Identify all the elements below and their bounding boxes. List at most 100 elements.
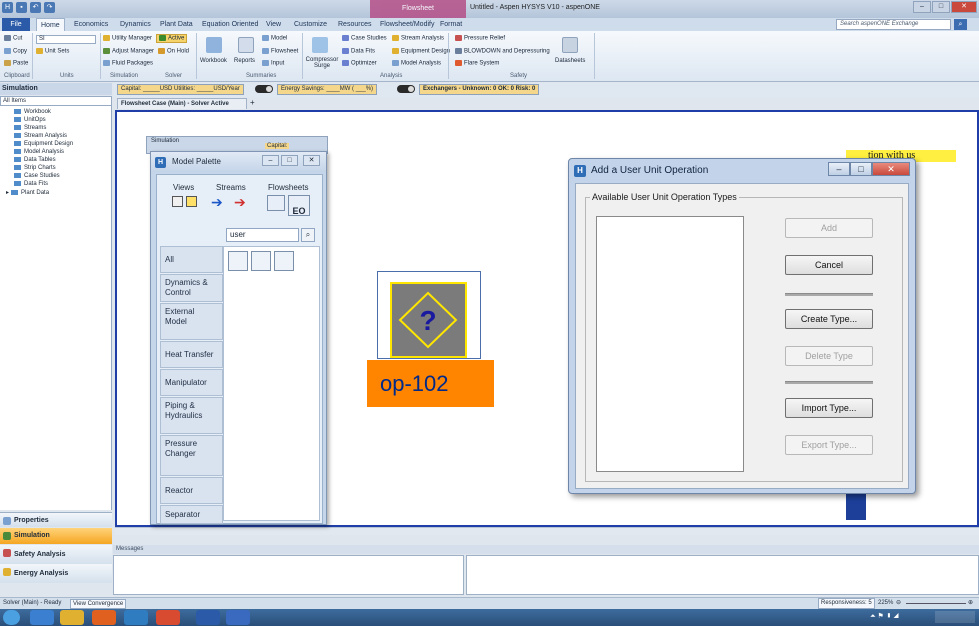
search-icon[interactable]: ⌕: [301, 228, 315, 242]
energy-stream-icon[interactable]: ➔: [234, 195, 252, 210]
tab-equation-oriented[interactable]: Equation Oriented: [198, 18, 262, 31]
tree-item-plant-data[interactable]: ▸ Plant Data: [6, 189, 49, 196]
unit-set-select[interactable]: SI: [36, 35, 96, 44]
capital-summary[interactable]: Capital: _____USD Utilities: _____USD/Ye…: [117, 84, 244, 95]
create-type-button[interactable]: Create Type...: [785, 309, 873, 329]
datasheets-button[interactable]: Datasheets: [555, 58, 585, 64]
close-button[interactable]: ✕: [951, 1, 977, 13]
equipment-design-button[interactable]: Equipment Design: [392, 48, 450, 55]
tab-format[interactable]: Format: [436, 18, 466, 31]
adjust-manager-button[interactable]: Adjust Manager: [103, 48, 154, 55]
case-studies-button[interactable]: Case Studies: [342, 35, 387, 42]
clock[interactable]: [935, 611, 975, 623]
add-tab-icon[interactable]: +: [250, 98, 255, 108]
flare-system-button[interactable]: Flare System: [455, 60, 499, 67]
nav-energy-analysis-button[interactable]: Energy Analysis: [0, 564, 112, 583]
reports-button[interactable]: Reports: [234, 58, 255, 64]
fluid-packages-button[interactable]: Fluid Packages: [103, 60, 153, 67]
stream-analysis-button[interactable]: Stream Analysis: [392, 35, 444, 42]
copy-button[interactable]: Copy: [4, 48, 27, 55]
internet-explorer-icon[interactable]: [30, 610, 54, 625]
energy-savings-summary[interactable]: Energy Savings: ____MW ( ___%): [277, 84, 378, 95]
tab-view[interactable]: View: [262, 18, 285, 31]
add-button[interactable]: Add: [785, 218, 873, 238]
material-stream-icon[interactable]: ➔: [211, 195, 229, 210]
undo-icon[interactable]: ↶: [30, 2, 41, 13]
hysys-taskbar-icon[interactable]: [226, 610, 250, 625]
tree-item-data-tables[interactable]: Data Tables: [14, 157, 56, 163]
zoom-slider[interactable]: [906, 603, 966, 604]
workbook-icon[interactable]: [206, 37, 222, 53]
palette-search-input[interactable]: user: [226, 228, 299, 242]
tree-item-workbook[interactable]: Workbook: [14, 109, 51, 115]
tab-economics[interactable]: Economics: [70, 18, 112, 31]
palette-category-all[interactable]: All: [160, 246, 223, 273]
capital-toggle[interactable]: [255, 85, 273, 93]
cancel-button[interactable]: Cancel: [785, 255, 873, 275]
expand-arrow-icon[interactable]: ▸: [6, 190, 9, 196]
nav-safety-analysis-button[interactable]: Safety Analysis: [0, 545, 112, 564]
save-icon[interactable]: ▪: [16, 2, 27, 13]
tab-file[interactable]: File: [2, 18, 30, 31]
reports-icon[interactable]: [238, 37, 254, 53]
workbook-button[interactable]: Workbook: [200, 58, 227, 64]
model-palette-titlebar[interactable]: H Model Palette: [151, 152, 326, 172]
model-summary-button[interactable]: Model: [262, 35, 287, 42]
data-fits-button[interactable]: Data Fits: [342, 48, 375, 55]
compressor-surge-icon[interactable]: [312, 37, 328, 53]
tree-item-model-analysis[interactable]: Model Analysis: [14, 149, 64, 155]
nav-simulation-button[interactable]: Simulation: [0, 528, 112, 544]
responsiveness-control[interactable]: Responsiveness: 5: [818, 598, 875, 609]
palette-category-piping-hydraulics[interactable]: Piping & Hydraulics: [160, 397, 223, 434]
delete-type-button[interactable]: Delete Type: [785, 346, 873, 366]
import-type-button[interactable]: Import Type...: [785, 398, 873, 418]
pressure-relief-button[interactable]: Pressure Relief: [455, 35, 505, 42]
datasheets-icon[interactable]: [562, 37, 578, 53]
messages-pane-right[interactable]: [466, 555, 979, 595]
palette-close-button[interactable]: ✕: [303, 155, 320, 166]
system-tray-icons[interactable]: ⏶ ⚑ ▮ ◢: [870, 612, 930, 622]
tree-item-case-studies[interactable]: Case Studies: [14, 173, 60, 179]
tab-customize[interactable]: Customize: [290, 18, 331, 31]
user-variable-icon[interactable]: [251, 251, 271, 271]
energy-toggle[interactable]: [397, 85, 415, 93]
unit-sets-button[interactable]: Unit Sets: [36, 48, 69, 55]
exchange-search-input[interactable]: Search aspenONE Exchange: [836, 19, 951, 30]
minimize-button[interactable]: –: [913, 1, 931, 13]
tree-item-equipment-design[interactable]: Equipment Design: [14, 141, 73, 147]
sub-flowsheet-icon[interactable]: [267, 195, 285, 211]
list-view-icon[interactable]: [172, 196, 183, 207]
cut-button[interactable]: Cut: [4, 35, 22, 42]
tab-flowsheet-modify[interactable]: Flowsheet/Modify: [376, 18, 438, 31]
palette-category-pressure-changer[interactable]: Pressure Changer: [160, 435, 223, 476]
search-icon[interactable]: ⌕: [954, 19, 967, 30]
tree-item-data-fits[interactable]: Data Fits: [14, 181, 48, 187]
user-unit-op-icon[interactable]: [228, 251, 248, 271]
palette-category-heat-transfer[interactable]: Heat Transfer: [160, 341, 223, 368]
canvas-horizontal-scrollbar[interactable]: [115, 527, 979, 535]
dialog-minimize-button[interactable]: –: [828, 162, 850, 176]
dialog-close-button[interactable]: ✕: [872, 162, 910, 176]
palette-category-manipulator[interactable]: Manipulator: [160, 369, 223, 396]
tab-home[interactable]: Home: [36, 18, 65, 31]
palette-minimize-button[interactable]: –: [262, 155, 279, 166]
paste-button[interactable]: Paste: [4, 60, 28, 67]
blowdown-button[interactable]: BLOWDOWN and Depressuring: [455, 48, 550, 55]
model-analysis-button[interactable]: Model Analysis: [392, 60, 441, 67]
media-player-icon[interactable]: [92, 610, 116, 625]
messages-pane-left[interactable]: [113, 555, 464, 595]
exchangers-summary[interactable]: Exchangers - Unknown: 0 OK: 0 Risk: 0: [419, 84, 540, 95]
word-icon[interactable]: [196, 610, 220, 625]
tab-flowsheet-case[interactable]: Flowsheet Case (Main) - Solver Active: [117, 98, 247, 109]
tree-item-unitops[interactable]: UnitOps: [14, 117, 46, 123]
flowsheet-summary-button[interactable]: Flowsheet: [262, 48, 298, 55]
compressor-surge-button[interactable]: Compressor Surge: [305, 57, 339, 69]
file-explorer-icon[interactable]: [60, 610, 84, 625]
zoom-in-icon[interactable]: ⊕: [968, 598, 973, 609]
optimizer-button[interactable]: Optimizer: [342, 60, 377, 67]
palette-category-external-model[interactable]: External Model: [160, 303, 223, 340]
tree-item-strip-charts[interactable]: Strip Charts: [14, 165, 56, 171]
app-logo-icon[interactable]: H: [2, 2, 13, 13]
zoom-out-icon[interactable]: ⊖: [896, 598, 901, 609]
input-summary-button[interactable]: Input: [262, 60, 284, 67]
